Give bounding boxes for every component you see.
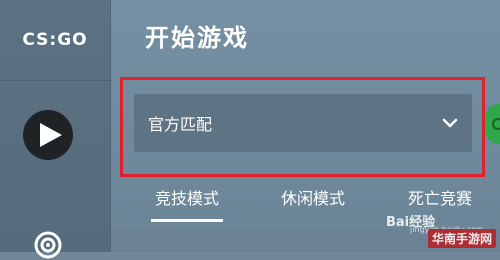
watermark-site: 华南手游网	[427, 229, 496, 248]
status-badge[interactable]	[485, 104, 500, 144]
logo-text: CS:GO	[22, 30, 88, 50]
mode-dropdown[interactable]: 官方匹配	[134, 94, 472, 152]
sidebar: CS:GO	[0, 0, 111, 259]
broadcast-icon[interactable]	[33, 230, 63, 260]
play-icon	[39, 123, 62, 147]
watermark: Bai经验 jingyan.baidu.com 华南手游网	[300, 205, 500, 252]
page-title: 开始游戏	[145, 24, 249, 52]
tab-competitive[interactable]: 竞技模式	[150, 185, 224, 222]
csgo-logo[interactable]: CS:GO	[0, 0, 110, 81]
refresh-icon	[492, 118, 500, 130]
play-button[interactable]	[23, 110, 73, 160]
mode-dropdown-value: 官方匹配	[148, 115, 213, 134]
chevron-down-icon	[442, 118, 458, 128]
